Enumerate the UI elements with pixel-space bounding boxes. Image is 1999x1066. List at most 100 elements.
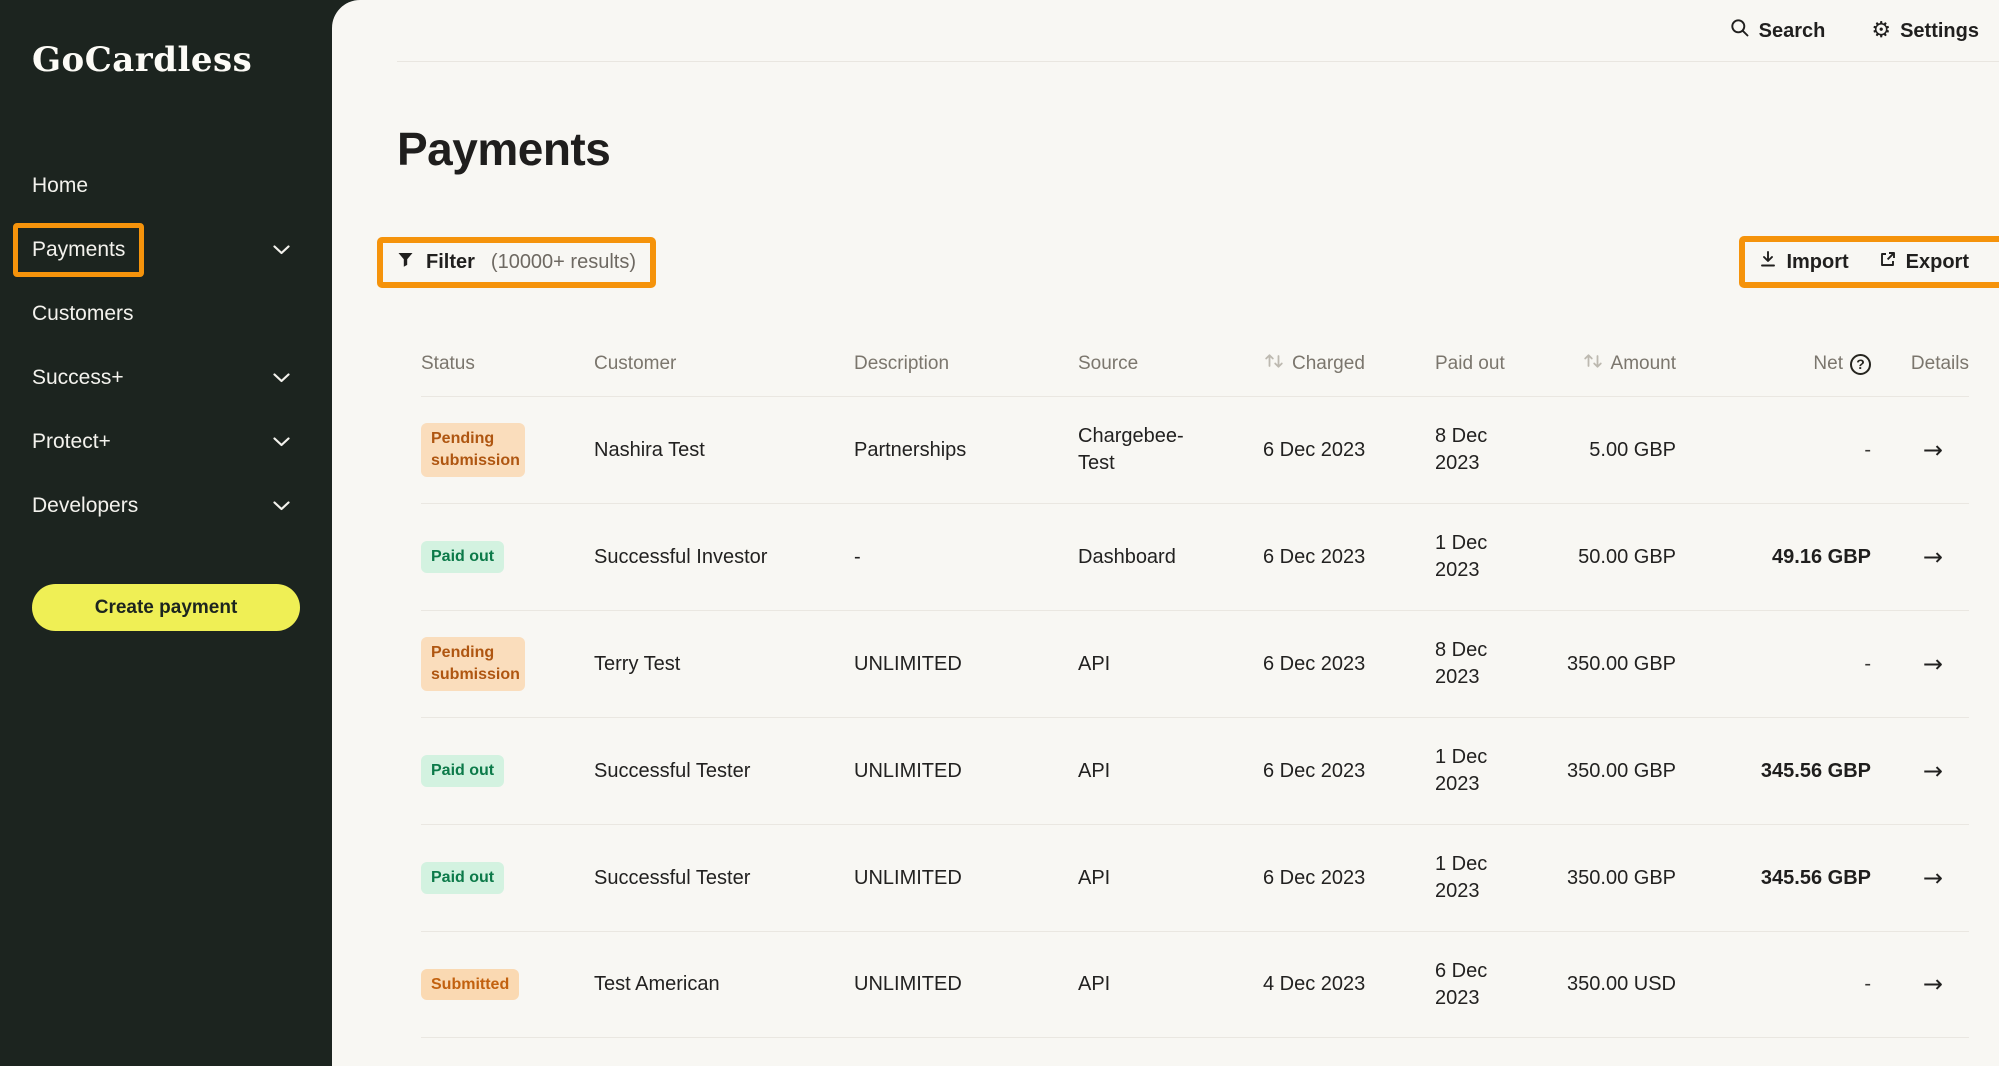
- results-count: (10000+ results): [491, 251, 636, 274]
- amount-cell: 350.00 GBP: [1545, 651, 1676, 678]
- net-cell: -: [1676, 437, 1871, 464]
- status-cell: Paid out: [421, 862, 594, 894]
- table-row[interactable]: Paid out Successful Tester UNLIMITED API…: [421, 717, 1969, 824]
- filter-button[interactable]: Filter (10000+ results): [397, 251, 636, 274]
- status-badge: Paid out: [421, 862, 504, 894]
- details-cell: →: [1871, 755, 1969, 787]
- sidebar-item-label: Home: [32, 174, 88, 198]
- charged-cell: 4 Dec 2023: [1263, 971, 1435, 998]
- net-cell: -: [1676, 971, 1871, 998]
- sidebar-item-protect-plus[interactable]: Protect+: [32, 410, 332, 474]
- details-cell: →: [1871, 862, 1969, 894]
- amount-cell: 350.00 GBP: [1545, 758, 1676, 785]
- toolbar: Filter (10000+ results) Import: [397, 236, 1969, 288]
- details-cell: →: [1871, 434, 1969, 466]
- sidebar-item-developers[interactable]: Developers: [32, 474, 332, 538]
- help-icon[interactable]: ?: [1850, 354, 1871, 375]
- app-window: GoCardless Home Payments Customers Succe…: [0, 0, 1999, 1066]
- chevron-down-icon[interactable]: [273, 245, 290, 255]
- sidebar-item-home[interactable]: Home: [32, 154, 332, 218]
- gocardless-logo: GoCardless: [32, 40, 332, 80]
- customer-cell: Successful Tester: [594, 758, 854, 785]
- description-cell: UNLIMITED: [854, 865, 1078, 892]
- page-title: Payments: [397, 122, 1969, 176]
- charged-cell: 6 Dec 2023: [1263, 544, 1435, 571]
- gear-icon: ⚙: [1871, 20, 1891, 42]
- column-header-paid-out: Paid out: [1435, 353, 1545, 375]
- chevron-down-icon[interactable]: [273, 501, 290, 511]
- charged-cell: 6 Dec 2023: [1263, 437, 1435, 464]
- settings-button[interactable]: ⚙ Settings: [1871, 20, 1979, 43]
- source-cell: API: [1078, 971, 1198, 998]
- column-header-net: Net ?: [1676, 353, 1871, 375]
- net-cell: 345.56 GBP: [1676, 865, 1871, 892]
- source-cell: Dashboard: [1078, 544, 1198, 571]
- charged-cell: 6 Dec 2023: [1263, 758, 1435, 785]
- status-cell: Pending submission: [421, 637, 594, 690]
- sidebar-item-success-plus[interactable]: Success+: [32, 346, 332, 410]
- status-badge: Paid out: [421, 755, 504, 787]
- search-button[interactable]: Search: [1730, 18, 1826, 44]
- table-row[interactable]: Paid out Successful Investor - Dashboard…: [421, 503, 1969, 610]
- status-badge: Submitted: [421, 969, 519, 1001]
- export-button[interactable]: Export: [1879, 250, 1969, 274]
- status-cell: Submitted: [421, 969, 594, 1001]
- customer-cell: Successful Investor: [594, 544, 854, 571]
- sidebar-item-label: Protect+: [32, 430, 111, 454]
- sidebar-item-customers[interactable]: Customers: [32, 282, 332, 346]
- table-row[interactable]: Pending submission Terry Test UNLIMITED …: [421, 610, 1969, 717]
- chevron-down-icon[interactable]: [273, 373, 290, 383]
- table-row[interactable]: Pending submission Nashira Test Partners…: [421, 396, 1969, 503]
- paid-out-cell: 8 Dec 2023: [1435, 637, 1545, 691]
- details-arrow-icon[interactable]: →: [1923, 864, 1943, 892]
- charged-cell: 6 Dec 2023: [1263, 651, 1435, 678]
- import-export-annotation-highlight: Import Export: [1739, 236, 1999, 288]
- status-cell: Paid out: [421, 755, 594, 787]
- sort-icon[interactable]: [1582, 351, 1604, 377]
- source-cell: Chargebee-Test: [1078, 423, 1198, 477]
- payments-table-body: Pending submission Nashira Test Partners…: [421, 396, 1969, 1038]
- column-header-amount[interactable]: Amount: [1545, 351, 1676, 377]
- details-arrow-icon[interactable]: →: [1923, 970, 1943, 998]
- net-cell: -: [1676, 651, 1871, 678]
- net-cell: 345.56 GBP: [1676, 758, 1871, 785]
- column-header-description: Description: [854, 353, 1078, 375]
- status-badge: Paid out: [421, 541, 504, 573]
- amount-cell: 5.00 GBP: [1545, 437, 1676, 464]
- details-arrow-icon[interactable]: →: [1923, 436, 1943, 464]
- status-cell: Pending submission: [421, 423, 594, 476]
- sidebar-nav: Home Payments Customers Success+ Protect…: [32, 154, 332, 538]
- details-cell: →: [1871, 968, 1969, 1000]
- column-header-details: Details: [1871, 353, 1969, 375]
- details-cell: →: [1871, 648, 1969, 680]
- description-cell: Partnerships: [854, 437, 1078, 464]
- customer-cell: Terry Test: [594, 651, 854, 678]
- create-payment-button[interactable]: Create payment: [32, 584, 300, 631]
- customer-cell: Test American: [594, 971, 854, 998]
- table-row[interactable]: Submitted Test American UNLIMITED API 4 …: [421, 931, 1969, 1038]
- amount-cell: 350.00 USD: [1545, 971, 1676, 998]
- details-arrow-icon[interactable]: →: [1923, 650, 1943, 678]
- details-arrow-icon[interactable]: →: [1923, 757, 1943, 785]
- chevron-down-icon[interactable]: [273, 437, 290, 447]
- import-export-group: Import Export: [1759, 250, 1969, 274]
- settings-label: Settings: [1900, 20, 1979, 43]
- sidebar-item-label: Customers: [32, 302, 134, 326]
- sidebar-item-payments[interactable]: Payments: [32, 218, 332, 282]
- column-header-charged[interactable]: Charged: [1263, 351, 1435, 377]
- table-row[interactable]: Paid out Successful Tester UNLIMITED API…: [421, 824, 1969, 931]
- filter-annotation-highlight: Filter (10000+ results): [377, 237, 656, 288]
- status-cell: Paid out: [421, 541, 594, 573]
- description-cell: -: [854, 544, 1078, 571]
- topbar: Search ⚙ Settings: [332, 0, 1999, 62]
- import-label: Import: [1786, 251, 1848, 274]
- download-icon: [1759, 250, 1777, 274]
- status-badge: Pending submission: [421, 637, 525, 690]
- import-button[interactable]: Import: [1759, 250, 1848, 274]
- column-header-customer: Customer: [594, 353, 854, 375]
- main-panel: Search ⚙ Settings Payments Filter (10000…: [332, 0, 1999, 1066]
- amount-cell: 350.00 GBP: [1545, 865, 1676, 892]
- sort-icon[interactable]: [1263, 351, 1285, 377]
- details-arrow-icon[interactable]: →: [1923, 543, 1943, 571]
- column-header-source: Source: [1078, 353, 1263, 375]
